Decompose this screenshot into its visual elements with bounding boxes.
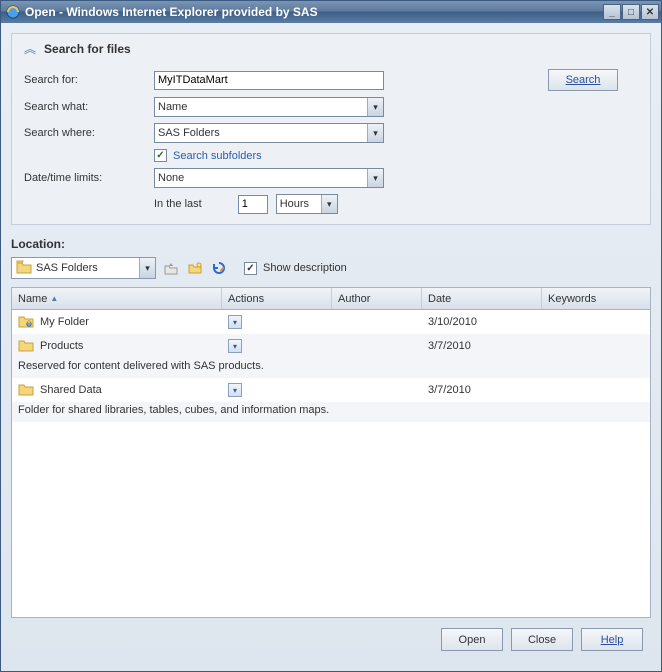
search-subfolders-checkbox[interactable]: ✓ xyxy=(154,149,167,162)
search-panel: ︽ Search for files Search for: Search Se… xyxy=(11,33,651,225)
in-the-last-unit-value: Hours xyxy=(277,198,321,210)
location-label: Location: xyxy=(11,237,651,251)
in-the-last-label: In the last xyxy=(154,198,202,210)
window-title: Open - Windows Internet Explorer provide… xyxy=(25,5,318,19)
row-actions-menu[interactable]: ▾ xyxy=(228,315,242,329)
search-where-label: Search where: xyxy=(24,127,154,139)
table-body: My Folder ▾ 3/10/2010 Products ▾ 3/7/2010 Rese… xyxy=(12,310,650,617)
up-folder-icon[interactable] xyxy=(162,259,180,277)
search-where-value: SAS Folders xyxy=(155,127,367,139)
date-limits-label: Date/time limits: xyxy=(24,172,154,184)
in-the-last-unit-select[interactable]: Hours xyxy=(276,194,338,214)
collapse-icon[interactable]: ︽ xyxy=(24,40,36,57)
location-combo-value: SAS Folders xyxy=(36,262,98,274)
open-button[interactable]: Open xyxy=(441,628,503,651)
folder-icon xyxy=(18,338,34,355)
window-controls: _ □ ✕ xyxy=(603,4,659,20)
column-header-actions[interactable]: Actions xyxy=(222,288,332,309)
column-header-keywords[interactable]: Keywords xyxy=(542,288,650,309)
row-actions-menu[interactable]: ▾ xyxy=(228,383,242,397)
search-for-label: Search for: xyxy=(24,74,154,86)
results-table: Name ▲ Actions Author Date Keywords My F… xyxy=(11,287,651,618)
row-name: My Folder xyxy=(40,316,89,328)
column-header-name[interactable]: Name ▲ xyxy=(12,288,222,309)
dialog-footer: Open Close Help xyxy=(11,618,651,661)
chevron-down-icon[interactable] xyxy=(367,98,383,116)
row-name: Shared Data xyxy=(40,384,102,396)
location-toolbar: SAS Folders ✓ Show description xyxy=(11,255,651,287)
table-row[interactable]: My Folder ▾ 3/10/2010 xyxy=(12,310,650,334)
date-limits-select[interactable]: None xyxy=(154,168,384,188)
search-panel-title: Search for files xyxy=(44,42,131,56)
date-limits-value: None xyxy=(155,172,367,184)
column-header-author[interactable]: Author xyxy=(332,288,422,309)
folder-icon xyxy=(18,314,34,331)
search-what-select[interactable]: Name xyxy=(154,97,384,117)
help-button[interactable]: Help xyxy=(581,628,643,651)
close-button[interactable]: Close xyxy=(511,628,573,651)
row-name: Products xyxy=(40,340,83,352)
location-combo[interactable]: SAS Folders xyxy=(11,257,156,279)
chevron-down-icon[interactable] xyxy=(139,258,155,278)
new-folder-icon[interactable] xyxy=(186,259,204,277)
maximize-button[interactable]: □ xyxy=(622,4,640,20)
folder-icon xyxy=(16,260,32,277)
chevron-down-icon[interactable] xyxy=(367,124,383,142)
titlebar: Open - Windows Internet Explorer provide… xyxy=(1,1,661,23)
refresh-icon[interactable] xyxy=(210,259,228,277)
row-description: Folder for shared libraries, tables, cub… xyxy=(12,402,650,422)
ie-icon xyxy=(5,4,21,20)
close-window-button[interactable]: ✕ xyxy=(641,4,659,20)
search-subfolders-label: Search subfolders xyxy=(173,150,262,162)
row-date: 3/10/2010 xyxy=(428,316,477,328)
table-row[interactable]: Products ▾ 3/7/2010 xyxy=(12,334,650,358)
show-description-checkbox[interactable]: ✓ xyxy=(244,262,257,275)
row-date: 3/7/2010 xyxy=(428,340,471,352)
table-row[interactable]: Shared Data ▾ 3/7/2010 xyxy=(12,378,650,402)
row-actions-menu[interactable]: ▾ xyxy=(228,339,242,353)
dialog-window: Open - Windows Internet Explorer provide… xyxy=(0,0,662,672)
search-for-input[interactable] xyxy=(154,71,384,90)
search-panel-header[interactable]: ︽ Search for files xyxy=(24,40,638,63)
chevron-down-icon[interactable] xyxy=(321,195,337,213)
search-button-label: Search xyxy=(566,74,601,86)
search-what-label: Search what: xyxy=(24,101,154,113)
column-header-date[interactable]: Date xyxy=(422,288,542,309)
folder-icon xyxy=(18,382,34,399)
chevron-down-icon[interactable] xyxy=(367,169,383,187)
row-date: 3/7/2010 xyxy=(428,384,471,396)
search-what-value: Name xyxy=(155,101,367,113)
sort-asc-icon: ▲ xyxy=(50,294,58,303)
minimize-button[interactable]: _ xyxy=(603,4,621,20)
table-header-row: Name ▲ Actions Author Date Keywords xyxy=(12,288,650,310)
dialog-content: ︽ Search for files Search for: Search Se… xyxy=(1,23,661,671)
row-description: Reserved for content delivered with SAS … xyxy=(12,358,650,378)
show-description-label: Show description xyxy=(263,262,347,274)
search-button[interactable]: Search xyxy=(548,69,618,91)
search-where-select[interactable]: SAS Folders xyxy=(154,123,384,143)
column-header-name-label: Name xyxy=(18,293,47,305)
in-the-last-input[interactable] xyxy=(238,195,268,214)
